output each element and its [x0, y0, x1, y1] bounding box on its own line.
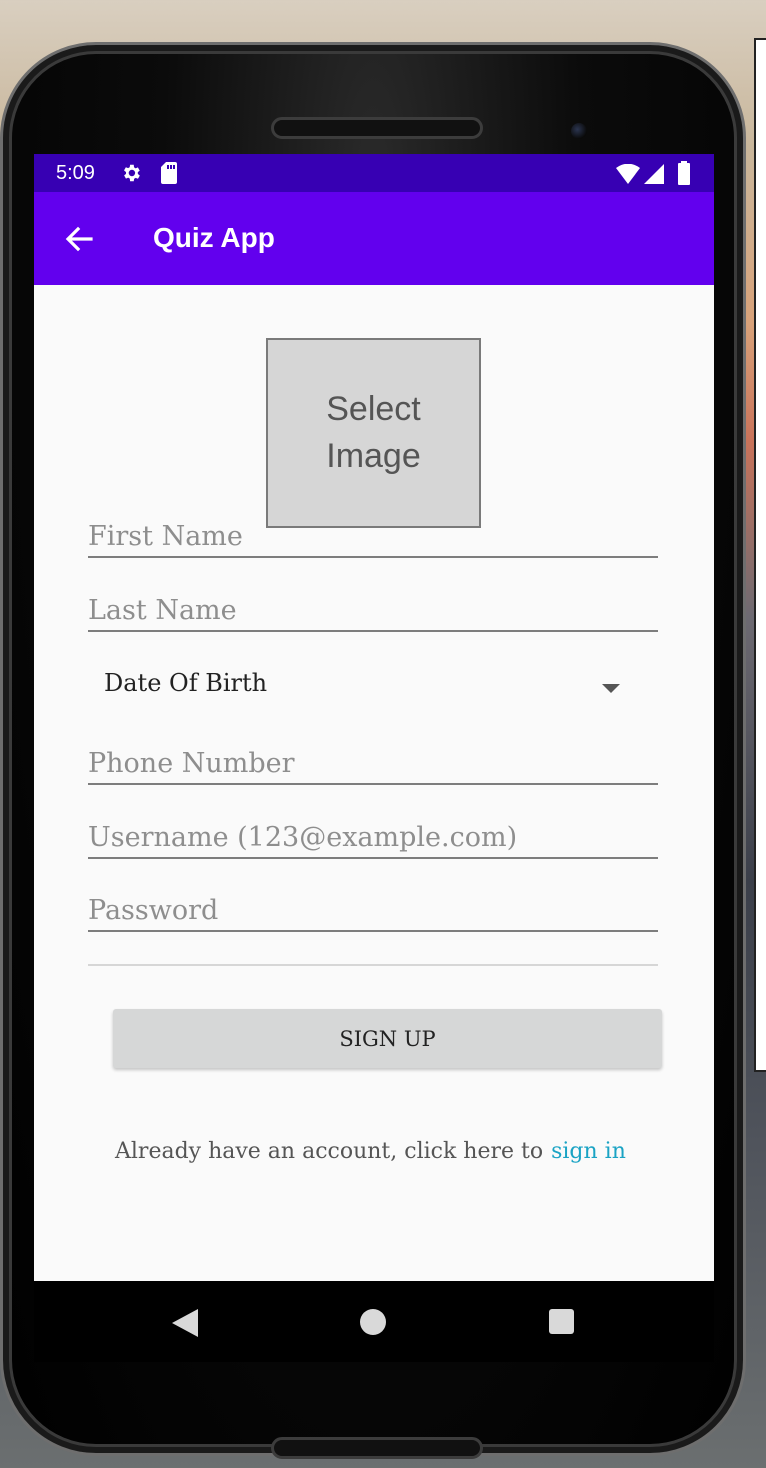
gear-icon [124, 164, 140, 182]
status-time: 5:09 [56, 162, 95, 184]
phone-number-placeholder: Phone Number [88, 748, 295, 779]
last-name-placeholder: Last Name [88, 595, 237, 626]
navigation-bar [34, 1281, 714, 1362]
status-bar: 5:09 [34, 154, 714, 192]
nav-home-icon[interactable] [360, 1309, 386, 1335]
battery-icon [678, 161, 690, 185]
divider [88, 964, 658, 966]
background-window [754, 38, 766, 1072]
nav-recents-icon[interactable] [549, 1309, 574, 1334]
front-camera [571, 123, 587, 139]
phone-number-field[interactable]: Phone Number [88, 743, 658, 785]
sign-in-prompt: Already have an account, click here to si… [115, 1139, 626, 1164]
date-of-birth-dropdown[interactable]: Date Of Birth [104, 669, 267, 697]
app-screen: 5:09 Quiz App Select Image First Name La… [34, 154, 714, 1362]
password-field[interactable]: Password [88, 890, 658, 932]
top-speaker [271, 117, 483, 139]
nav-back-icon[interactable] [172, 1309, 198, 1337]
last-name-field[interactable]: Last Name [88, 590, 658, 632]
sign-in-prompt-text: Already have an account, click here to [115, 1139, 544, 1164]
bottom-speaker [271, 1437, 483, 1459]
sign-up-button[interactable]: SIGN UP [113, 1009, 662, 1068]
arrow-left-icon[interactable] [64, 224, 94, 254]
first-name-field[interactable]: First Name [88, 516, 658, 558]
wifi-icon [616, 164, 640, 184]
signal-icon [644, 164, 664, 184]
first-name-placeholder: First Name [88, 521, 243, 552]
chevron-down-icon[interactable] [602, 684, 620, 693]
app-title: Quiz App [153, 222, 275, 253]
sd-card-icon [161, 162, 177, 184]
username-placeholder: Username (123@example.com) [88, 822, 518, 853]
password-placeholder: Password [88, 895, 219, 926]
sign-in-link[interactable]: sign in [551, 1139, 626, 1164]
username-field[interactable]: Username (123@example.com) [88, 817, 658, 859]
select-image-button[interactable]: Select Image [266, 338, 481, 528]
app-bar: Quiz App [34, 192, 714, 285]
